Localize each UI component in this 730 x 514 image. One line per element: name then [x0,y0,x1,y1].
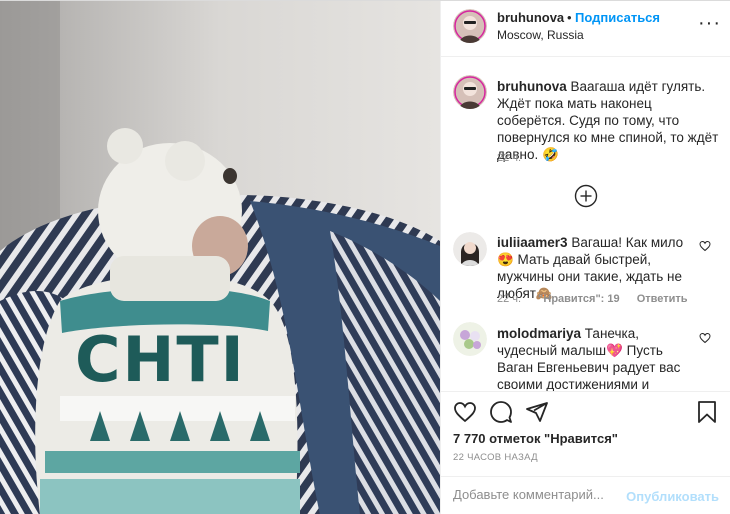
comment-meta: 22 ч. "Нравится": 19 Ответить [497,293,702,305]
share-icon[interactable] [525,400,549,424]
follow-button[interactable]: Подписаться [575,10,660,25]
comment-avatar[interactable] [453,322,487,356]
caption: bruhunova Ваагаша идёт гулять. Ждёт пока… [497,78,721,163]
more-icon[interactable]: ··· [698,13,721,33]
like-comment-heart-icon[interactable] [699,240,711,252]
caption-author-avatar[interactable] [453,75,487,109]
comment-icon[interactable] [489,400,513,424]
post-actions: 7 770 отметок "Нравится" 22 ЧАСОВ НАЗАД … [441,391,730,514]
publish-button[interactable]: Опубликовать [626,489,719,504]
comment-input[interactable] [453,487,633,502]
comment-time[interactable]: 22 ч. [497,293,521,305]
author-avatar[interactable] [453,9,487,43]
caption-meta: 22 ч. [497,152,535,164]
reply-button[interactable]: Ответить [637,293,688,305]
post-header: bruhunova • Подписаться Moscow, Russia ·… [441,1,730,57]
post-photo[interactable]: CHTI [0,1,440,514]
comment-likes[interactable]: "Нравится": 19 [538,293,619,305]
post-timestamp[interactable]: 22 ЧАСОВ НАЗАД [453,452,538,463]
post-sidebar: bruhunova • Подписаться Moscow, Russia ·… [440,1,730,514]
like-comment-heart-icon[interactable] [699,332,711,344]
baby-in-sweater-photo: CHTI [0,1,440,514]
comment-avatar[interactable] [453,232,487,266]
comment: iuliiaamer3 Вагаша! Как мило😍 Мать давай… [497,234,693,302]
bookmark-icon[interactable] [695,400,719,424]
svg-text:CHTI: CHTI [75,323,246,396]
post-container: CHTI bruhunova • Подписаться Moscow, Rus… [0,0,730,514]
plus-circle-icon[interactable] [574,184,598,208]
author-username[interactable]: bruhunova [497,10,564,25]
caption-time[interactable]: 22 ч. [497,152,521,164]
heart-icon[interactable] [453,400,477,424]
location-link[interactable]: Moscow, Russia [497,28,584,42]
caption-username[interactable]: bruhunova [497,79,567,94]
separator-dot: • [567,10,572,25]
comment-username[interactable]: iuliiaamer3 [497,235,568,250]
comment-username[interactable]: molodmariya [497,326,581,341]
likes-count[interactable]: 7 770 отметок "Нравится" [453,431,618,446]
add-comment-bar: Опубликовать [441,476,730,514]
